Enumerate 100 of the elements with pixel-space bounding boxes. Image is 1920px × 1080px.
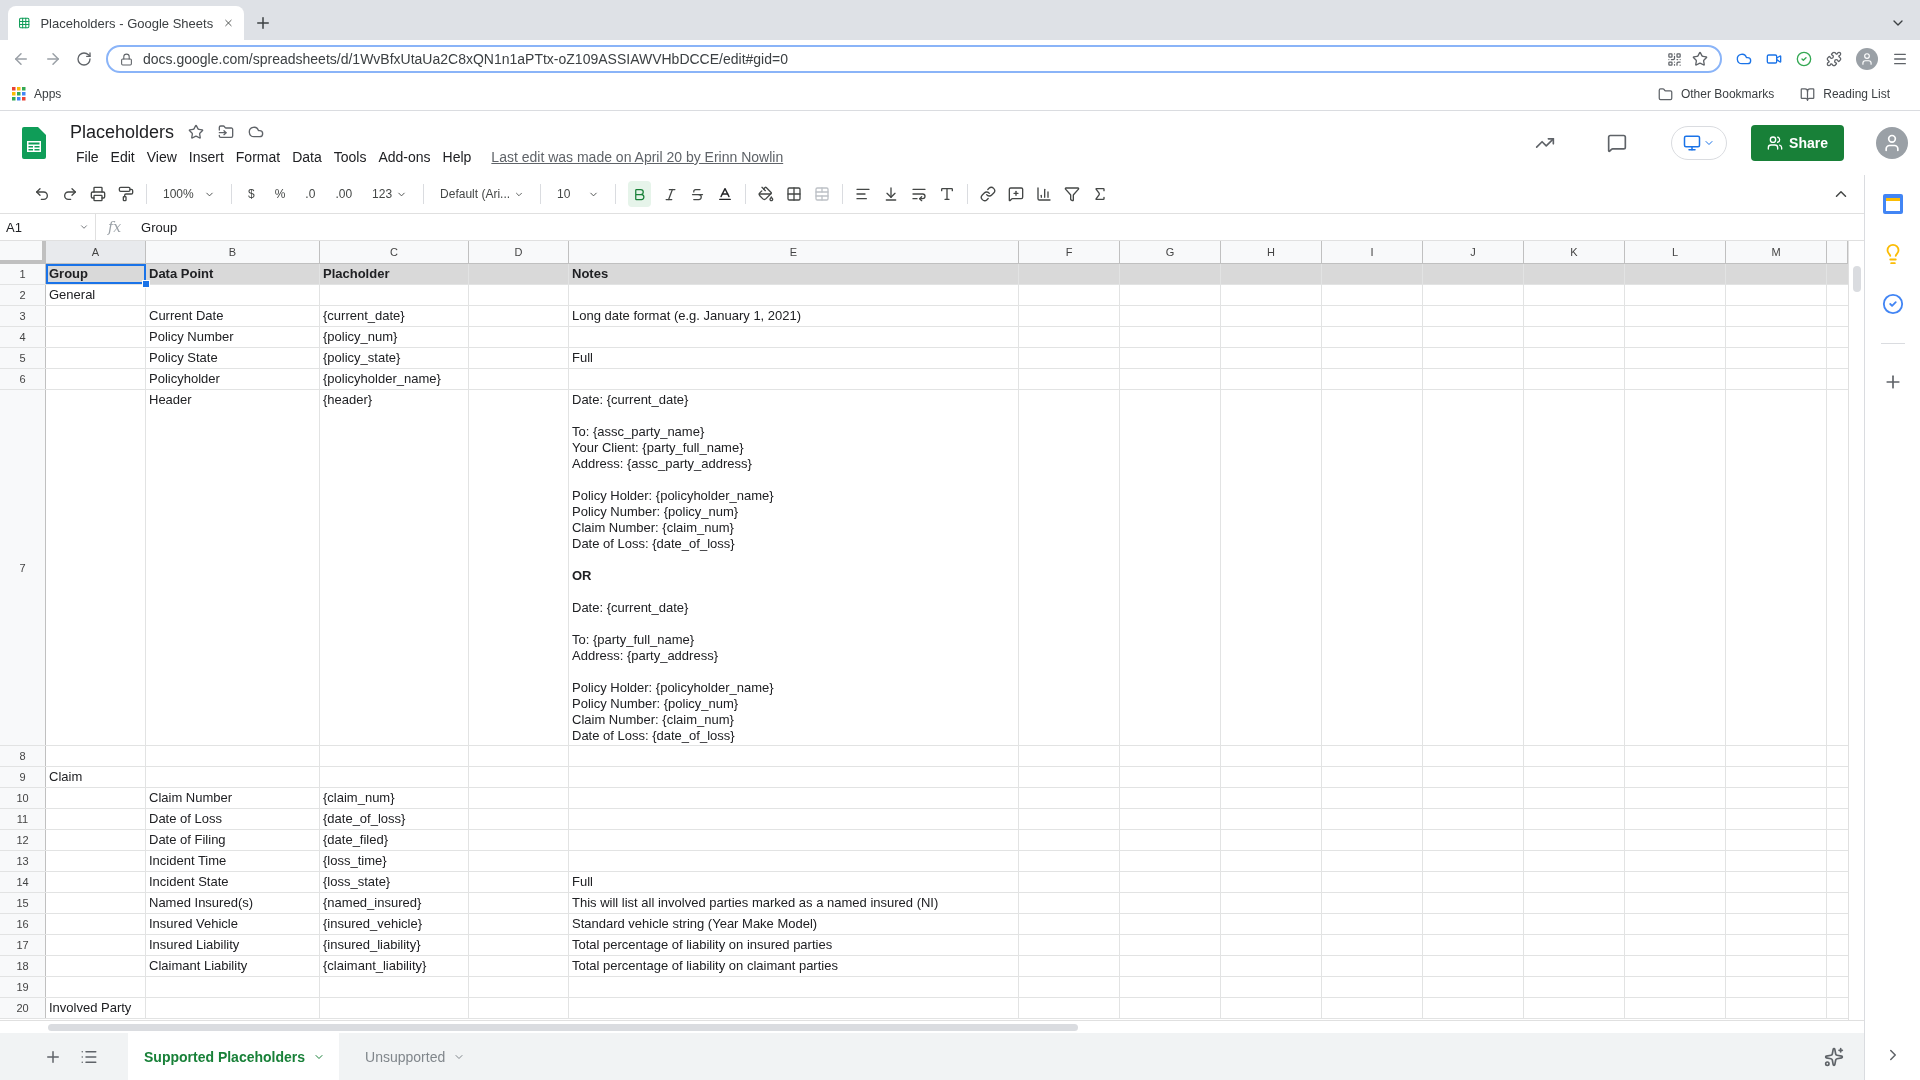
row-number[interactable]: 2 (0, 285, 46, 305)
extension-circle-icon[interactable] (1796, 51, 1812, 67)
decrease-decimals-button[interactable]: .0 (301, 181, 320, 207)
row-number[interactable]: 10 (0, 788, 46, 808)
row-number[interactable]: 9 (0, 767, 46, 787)
scrollbar-thumb[interactable] (1852, 266, 1861, 292)
wrap-text-icon[interactable] (911, 186, 928, 202)
menu-item[interactable]: View (140, 148, 183, 165)
column-header[interactable]: I (1322, 241, 1423, 264)
bookmark-link[interactable]: Reading List (1823, 87, 1890, 101)
fill-handle[interactable] (142, 280, 150, 288)
font-size-dropdown[interactable]: 10 (553, 181, 604, 207)
browser-tab[interactable]: Placeholders - Google Sheets (8, 6, 244, 40)
row-number[interactable]: 18 (0, 956, 46, 976)
menu-item[interactable]: File (70, 148, 105, 165)
tasks-check-icon[interactable] (1881, 293, 1904, 315)
row-number[interactable]: 12 (0, 830, 46, 850)
comment-icon[interactable] (1607, 133, 1628, 153)
borders-icon[interactable] (786, 186, 803, 202)
menu-item[interactable]: Data (286, 148, 328, 165)
share-button[interactable]: Share (1751, 125, 1844, 161)
column-header[interactable]: C (320, 241, 469, 264)
spreadsheet-logo-icon[interactable] (22, 127, 46, 159)
address-bar[interactable]: docs.google.com/spreadsheets/d/1WvBfxUtaUa2C8xQN1n1aPTtx-oZ109ASSIAWVHbDCCE/edit#gid=0 (106, 45, 1722, 73)
qr-code-icon[interactable] (1667, 51, 1682, 67)
menu-item[interactable]: Help (436, 148, 478, 165)
zoom-dropdown[interactable]: 100% (159, 181, 219, 207)
column-header[interactable]: B (146, 241, 320, 264)
bold-button[interactable] (628, 181, 652, 207)
italic-icon[interactable] (663, 186, 679, 202)
column-header[interactable]: E (569, 241, 1019, 264)
folder-icon[interactable] (1657, 86, 1673, 102)
bookmark-link[interactable]: Other Bookmarks (1680, 87, 1775, 101)
row-number[interactable]: 5 (0, 348, 46, 368)
text-color-icon[interactable] (717, 186, 734, 202)
row-number[interactable]: 7 (0, 390, 46, 745)
column-header[interactable]: G (1120, 241, 1221, 264)
scrollbar-thumb[interactable] (48, 1023, 1078, 1031)
selected-cell-outline[interactable]: Group (46, 264, 146, 284)
undo-icon[interactable] (34, 186, 50, 202)
menu-item[interactable]: Format (229, 148, 287, 165)
document-title[interactable]: Placeholders (70, 121, 175, 143)
reload-icon[interactable] (76, 51, 92, 67)
column-header[interactable]: F (1019, 241, 1120, 264)
forward-icon[interactable] (44, 50, 62, 68)
text-rotation-icon[interactable] (939, 186, 956, 202)
back-icon[interactable] (12, 50, 30, 68)
font-dropdown[interactable]: Default (Ari... (436, 181, 529, 207)
row-number[interactable]: 13 (0, 851, 46, 871)
cloud-icon[interactable] (248, 124, 265, 140)
currency-button[interactable]: $ (244, 181, 259, 207)
redo-icon[interactable] (62, 186, 78, 202)
cell-reference-field[interactable]: A1 (0, 214, 96, 240)
present-button[interactable] (1671, 126, 1728, 160)
row-number[interactable]: 20 (0, 998, 46, 1018)
extensions-puzzle-icon[interactable] (1826, 51, 1842, 67)
formula-input[interactable]: Group (133, 219, 178, 235)
column-header[interactable]: D (469, 241, 569, 264)
merge-cells-icon[interactable] (814, 186, 831, 202)
column-header[interactable]: K (1524, 241, 1625, 264)
star-icon[interactable] (188, 124, 205, 140)
paint-roller-icon[interactable] (118, 186, 134, 202)
row-number[interactable]: 17 (0, 935, 46, 955)
profile-avatar[interactable] (1876, 127, 1908, 159)
row-number[interactable]: 16 (0, 914, 46, 934)
add-comment-icon[interactable] (1008, 186, 1025, 202)
last-edit-link[interactable]: Last edit was made on April 20 by Erinn Nowlin (491, 148, 784, 165)
menu-item[interactable]: Add-ons (372, 148, 437, 165)
chart-icon[interactable] (1036, 186, 1053, 202)
column-header[interactable]: M (1726, 241, 1827, 264)
row-number[interactable]: 15 (0, 893, 46, 913)
menu-item[interactable]: Insert (182, 148, 230, 165)
explore-icon[interactable] (1824, 1046, 1845, 1067)
column-header[interactable]: J (1423, 241, 1524, 264)
fill-color-icon[interactable] (758, 186, 775, 202)
filter-icon[interactable] (1064, 186, 1081, 202)
row-number[interactable]: 1 (0, 264, 46, 284)
browser-menu-icon[interactable] (1892, 51, 1908, 67)
calendar-icon[interactable] (1881, 193, 1904, 215)
row-number[interactable]: 4 (0, 327, 46, 347)
increase-decimals-button[interactable]: .00 (331, 181, 357, 207)
row-number[interactable]: 11 (0, 809, 46, 829)
apps-grid-icon[interactable] (12, 87, 26, 101)
number-format-dropdown[interactable]: 123 (368, 181, 412, 207)
link-icon[interactable] (980, 186, 997, 202)
menu-item[interactable]: Edit (104, 148, 141, 165)
column-header[interactable]: H (1221, 241, 1322, 264)
print-icon[interactable] (90, 186, 106, 202)
menu-item[interactable]: Tools (327, 148, 373, 165)
extension-cloud-icon[interactable] (1736, 51, 1752, 67)
video-camera-icon[interactable] (1766, 51, 1782, 67)
row-number[interactable]: 3 (0, 306, 46, 326)
new-tab-icon[interactable] (254, 14, 272, 32)
row-number[interactable]: 14 (0, 872, 46, 892)
bookmark-star-icon[interactable] (1692, 51, 1708, 67)
open-book-icon[interactable] (1800, 86, 1816, 102)
row-number[interactable]: 8 (0, 746, 46, 766)
align-left-icon[interactable] (855, 186, 872, 202)
move-folder-icon[interactable] (218, 124, 235, 140)
column-header[interactable]: A (46, 241, 146, 264)
